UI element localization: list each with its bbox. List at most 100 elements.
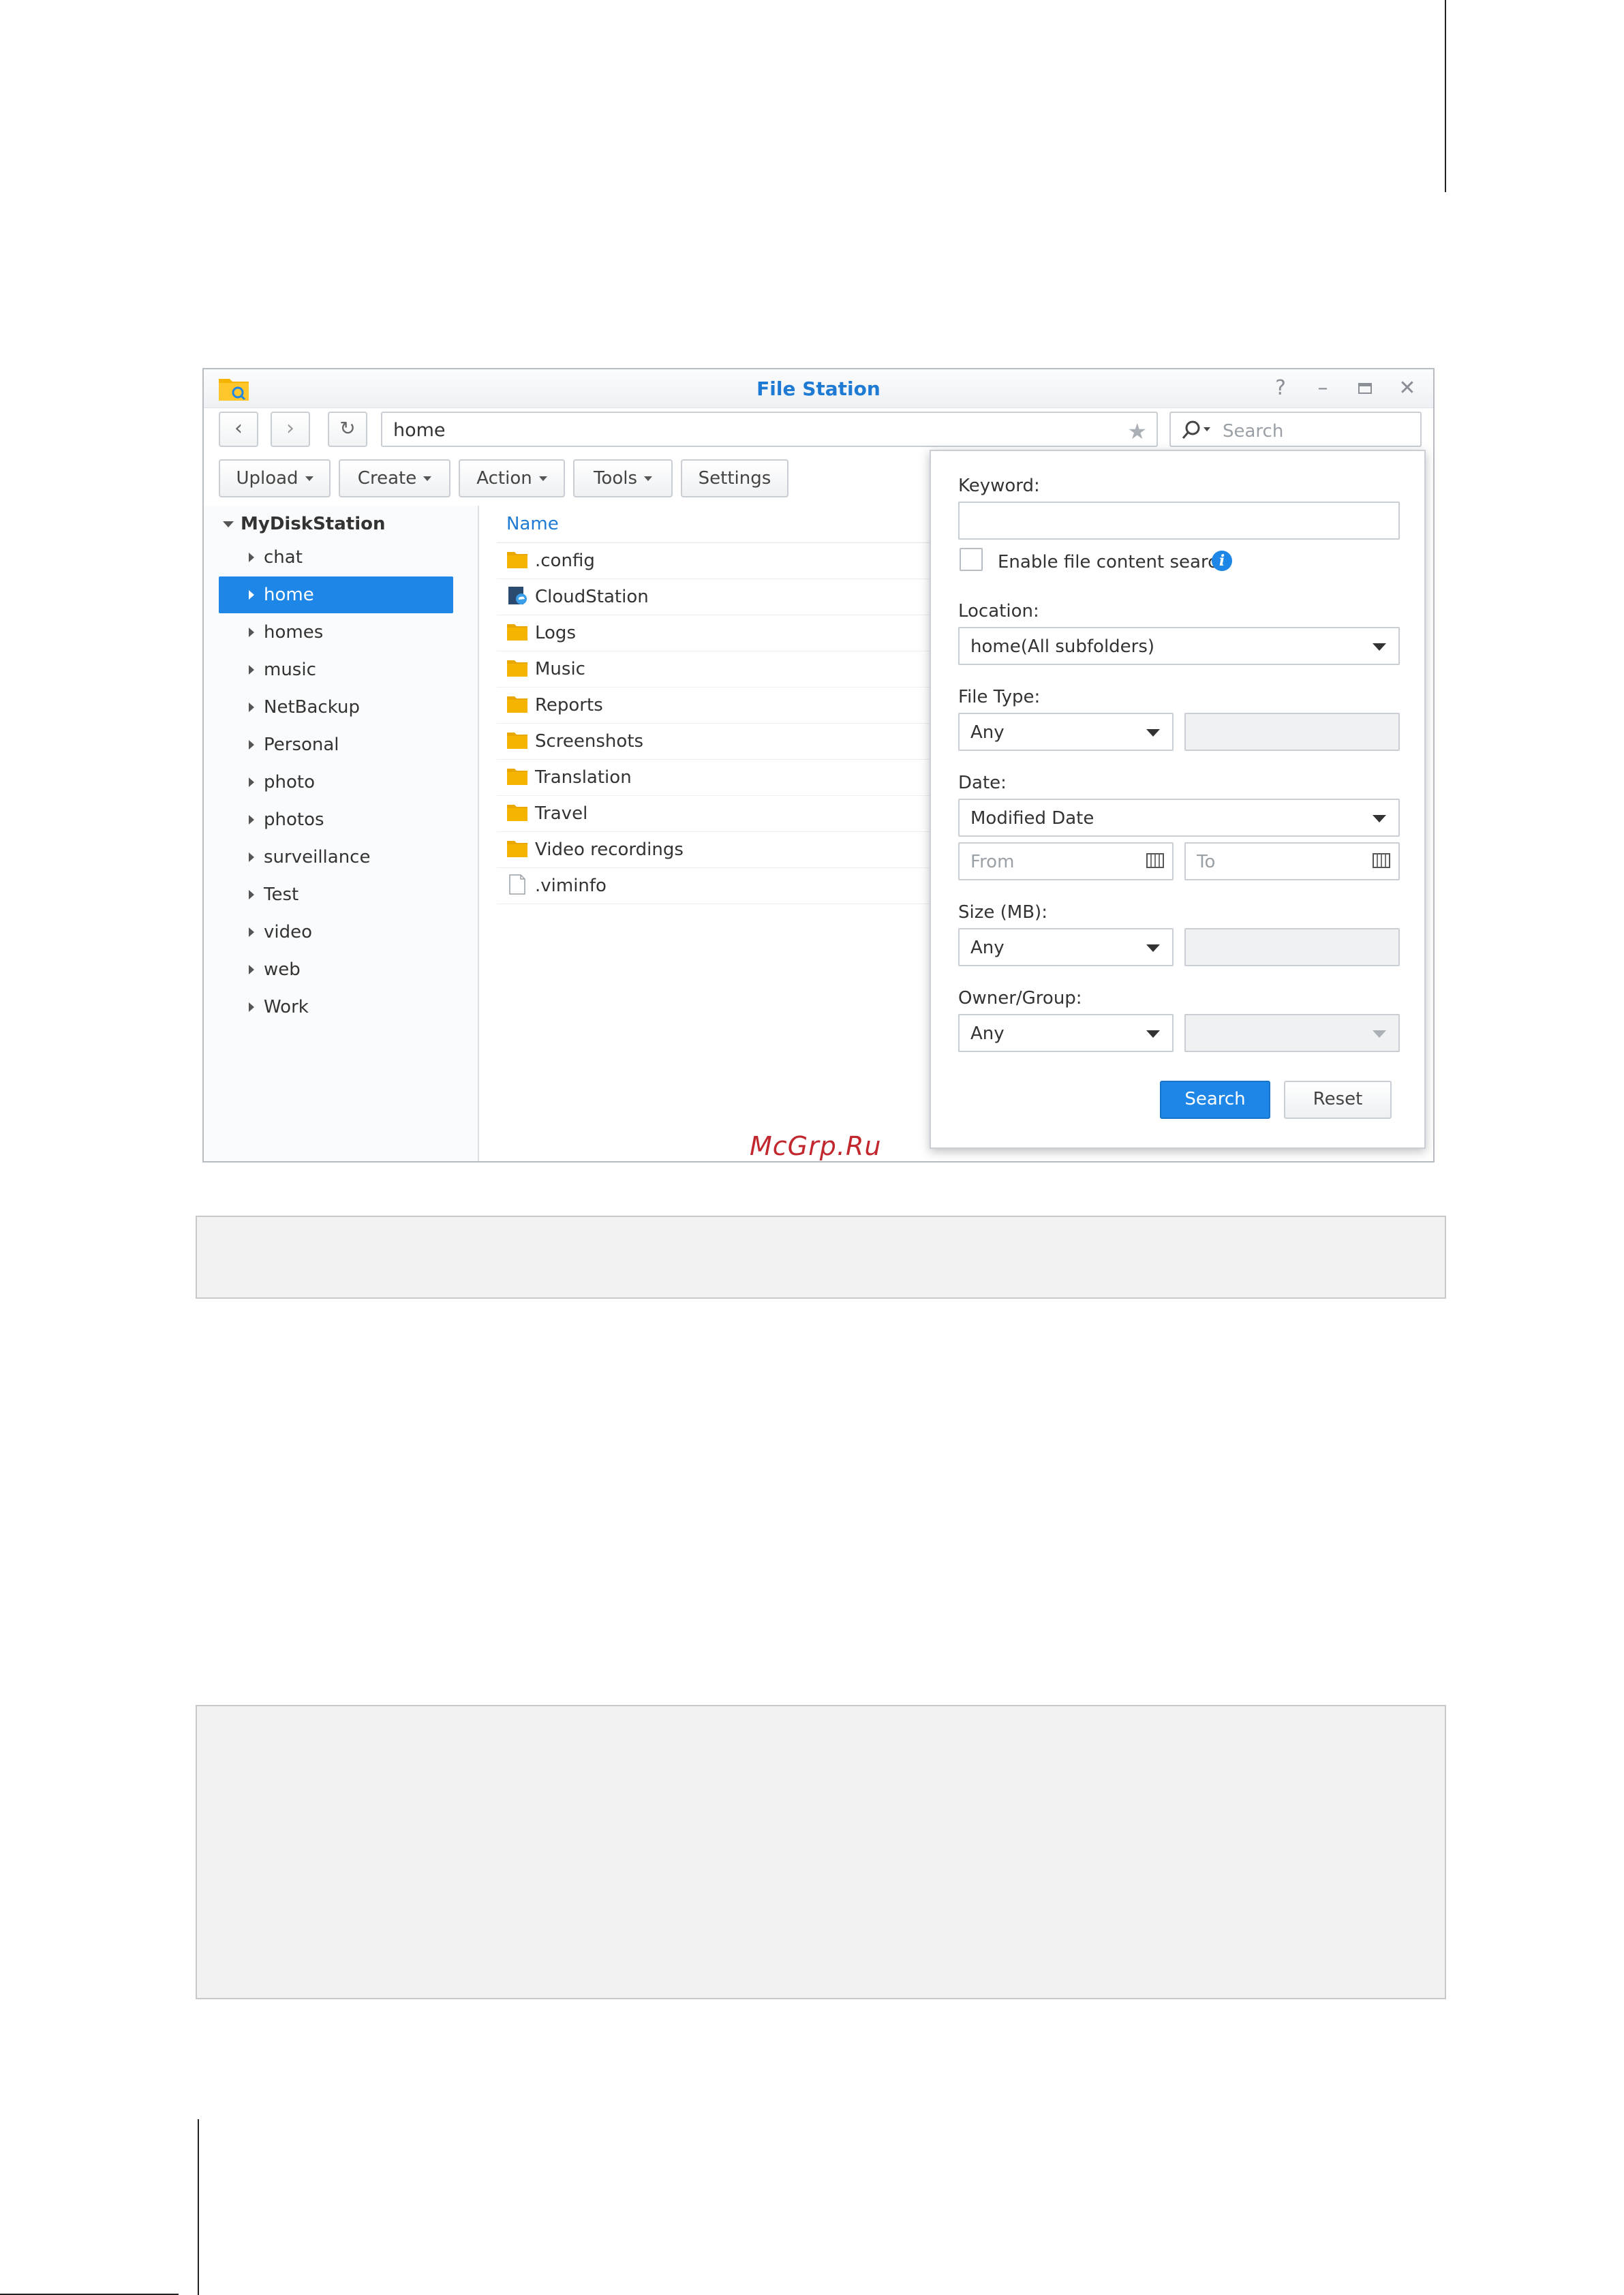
tools-label: Tools: [593, 468, 638, 489]
keyword-input[interactable]: [958, 502, 1400, 540]
sidebar-item-netbackup[interactable]: NetBackup: [219, 689, 453, 726]
location-select[interactable]: home(All subfolders): [958, 627, 1400, 665]
star-icon[interactable]: ★: [1127, 418, 1147, 444]
settings-label: Settings: [698, 468, 771, 489]
chevron-down-icon: [1373, 1030, 1386, 1038]
sidebar-item-web[interactable]: web: [219, 951, 453, 988]
create-button[interactable]: Create: [339, 459, 450, 497]
quick-search-field[interactable]: Search: [1169, 412, 1422, 447]
folder-icon: [507, 769, 527, 785]
file-name: Screenshots: [535, 731, 644, 752]
close-icon[interactable]: ✕: [1395, 376, 1420, 401]
content-search-label[interactable]: Enable file content search: [998, 552, 1229, 572]
help-icon[interactable]: ?: [1268, 376, 1293, 401]
expand-arrow-icon: [249, 703, 254, 712]
action-button[interactable]: Action: [459, 459, 565, 497]
calendar-icon[interactable]: [1146, 853, 1164, 868]
chevron-down-icon: [305, 476, 313, 481]
sidebar-item-label: NetBackup: [264, 697, 360, 718]
advanced-search-panel: Keyword: Enable file content search i Lo…: [930, 450, 1426, 1149]
size-label: Size (MB):: [958, 902, 1047, 923]
sidebar-item-label: web: [264, 959, 301, 980]
forward-button[interactable]: ›: [271, 412, 310, 447]
chevron-down-icon: [1146, 1030, 1160, 1038]
sidebar-item-photos[interactable]: photos: [219, 801, 453, 838]
date-from-field[interactable]: From: [958, 842, 1174, 880]
calendar-icon[interactable]: [1373, 853, 1390, 868]
file-name: .viminfo: [535, 876, 607, 896]
file-name: Music: [535, 659, 585, 679]
sidebar-item-video[interactable]: video: [219, 914, 453, 951]
sidebar-item-surveillance[interactable]: surveillance: [219, 839, 453, 876]
note-box-lower: [196, 1705, 1446, 1999]
search-button[interactable]: Search: [1160, 1081, 1270, 1119]
date-label: Date:: [958, 773, 1007, 793]
sidebar-item-home[interactable]: home: [219, 576, 453, 613]
sidebar-item-label: Personal: [264, 735, 339, 755]
file-name: Reports: [535, 695, 603, 715]
upload-label: Upload: [236, 468, 298, 489]
file-type-select[interactable]: Any: [958, 713, 1174, 751]
size-value-input: [1184, 928, 1400, 966]
file-type-extension-input: [1184, 713, 1400, 751]
expand-arrow-icon: [249, 852, 254, 862]
tree-root[interactable]: MyDiskStation: [223, 514, 386, 534]
sidebar-item-photo[interactable]: photo: [219, 764, 453, 801]
page-rule-top-right: [1445, 0, 1446, 192]
sidebar-item-personal[interactable]: Personal: [219, 726, 453, 763]
location-label: Location:: [958, 601, 1039, 621]
file-name: Travel: [535, 803, 588, 824]
folder-icon: [507, 624, 527, 641]
folder-tree: MyDiskStation chat home homes music NetB…: [204, 506, 479, 1161]
reset-button[interactable]: Reset: [1284, 1081, 1392, 1119]
chevron-down-icon: [644, 476, 653, 481]
owner-group-select[interactable]: Any: [958, 1014, 1174, 1052]
file-type-value: Any: [970, 722, 1005, 743]
settings-button[interactable]: Settings: [681, 459, 788, 497]
window-title: File Station: [756, 378, 880, 400]
maximize-icon[interactable]: [1353, 376, 1377, 401]
chevron-down-icon: [1373, 815, 1386, 822]
sidebar-item-chat[interactable]: chat: [219, 539, 453, 576]
info-icon[interactable]: i: [1212, 551, 1232, 571]
size-select[interactable]: Any: [958, 928, 1174, 966]
title-bar: File Station ? – ✕: [204, 369, 1433, 408]
sidebar-item-label: Work: [264, 997, 309, 1017]
sidebar-item-work[interactable]: Work: [219, 989, 453, 1026]
chevron-down-icon: [423, 476, 432, 481]
tools-button[interactable]: Tools: [573, 459, 673, 497]
sidebar-item-label: music: [264, 660, 316, 680]
expand-arrow-icon: [249, 590, 254, 600]
search-placeholder: Search: [1223, 421, 1284, 442]
sidebar-item-label: photos: [264, 810, 324, 830]
sidebar-item-music[interactable]: music: [219, 651, 453, 688]
size-value: Any: [970, 938, 1005, 958]
column-name[interactable]: Name: [506, 514, 559, 534]
sidebar-item-label: home: [264, 585, 314, 605]
sidebar-item-homes[interactable]: homes: [219, 614, 453, 651]
sidebar-item-test[interactable]: Test: [219, 876, 453, 913]
back-button[interactable]: ‹: [219, 412, 258, 447]
folder-icon: [507, 841, 527, 857]
date-to-field[interactable]: To: [1184, 842, 1400, 880]
expand-arrow-icon: [249, 1002, 254, 1012]
date-type-select[interactable]: Modified Date: [958, 799, 1400, 837]
chevron-down-icon: [223, 521, 234, 527]
content-search-checkbox[interactable]: [960, 548, 983, 571]
file-type-label: File Type:: [958, 687, 1041, 707]
minimize-icon[interactable]: –: [1311, 376, 1335, 401]
sidebar-item-label: photo: [264, 772, 315, 792]
owner-group-name-select: [1184, 1014, 1400, 1052]
action-label: Action: [476, 468, 532, 489]
path-field[interactable]: home ★: [381, 412, 1158, 447]
refresh-button[interactable]: ↻: [328, 412, 367, 447]
file-name: Translation: [535, 767, 632, 788]
chevron-down-icon: [1373, 643, 1386, 651]
sidebar-item-label: homes: [264, 622, 324, 643]
upload-button[interactable]: Upload: [219, 459, 331, 497]
path-text: home: [393, 420, 446, 441]
file-name: Logs: [535, 623, 576, 643]
search-icon[interactable]: [1180, 420, 1214, 440]
keyword-label: Keyword:: [958, 476, 1040, 496]
date-to-placeholder: To: [1197, 852, 1216, 872]
